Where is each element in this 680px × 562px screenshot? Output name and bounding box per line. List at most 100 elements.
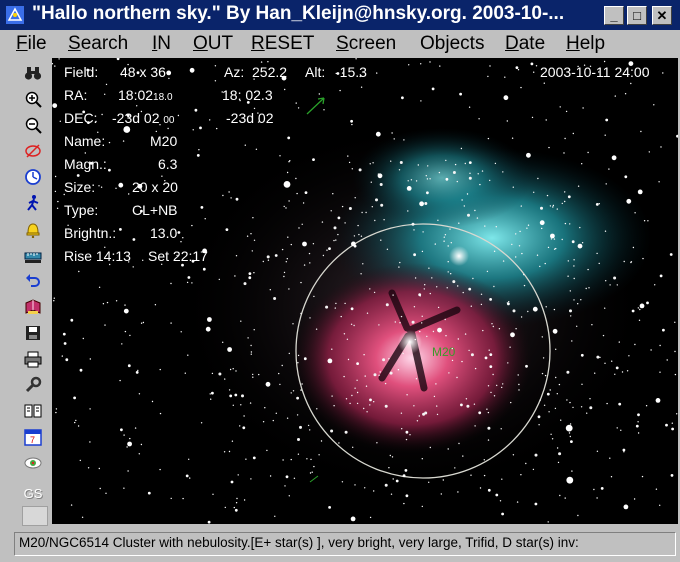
bell-icon[interactable] bbox=[22, 218, 44, 240]
star bbox=[250, 353, 252, 355]
star bbox=[489, 179, 491, 182]
star bbox=[442, 479, 444, 481]
sky-canvas[interactable]: M20 bbox=[52, 58, 678, 524]
print-icon[interactable] bbox=[22, 348, 44, 370]
star bbox=[243, 282, 247, 286]
star bbox=[123, 434, 125, 436]
star bbox=[100, 186, 103, 188]
blue-nebula-upper bbox=[352, 128, 532, 228]
walking-man-icon[interactable] bbox=[22, 192, 44, 214]
close-button[interactable]: ✕ bbox=[652, 6, 672, 25]
menu-objects[interactable]: Objects bbox=[420, 33, 484, 55]
star bbox=[279, 383, 281, 386]
star bbox=[555, 348, 557, 350]
star bbox=[616, 284, 618, 286]
star bbox=[349, 402, 351, 405]
zoom-in-icon[interactable] bbox=[22, 88, 44, 110]
menu-out[interactable]: OUT bbox=[193, 33, 233, 55]
star bbox=[577, 514, 579, 517]
star bbox=[484, 356, 488, 360]
star bbox=[523, 273, 525, 276]
star bbox=[182, 497, 184, 500]
star bbox=[286, 417, 289, 419]
star bbox=[399, 261, 401, 264]
star bbox=[380, 203, 384, 207]
star bbox=[366, 411, 368, 413]
star bbox=[296, 414, 299, 416]
star bbox=[207, 520, 211, 524]
star bbox=[248, 272, 252, 275]
star bbox=[356, 391, 359, 394]
menu-date[interactable]: Date bbox=[505, 33, 545, 55]
star bbox=[451, 347, 453, 350]
star bbox=[376, 72, 378, 74]
star bbox=[301, 383, 303, 385]
sky-chart[interactable]: M20 Field: 48 x 36 Az: 252.2 Alt: -15.3 … bbox=[52, 58, 678, 524]
star bbox=[510, 332, 515, 338]
star bbox=[563, 152, 565, 154]
no-ring-icon[interactable] bbox=[22, 140, 44, 162]
brightness-value: 13.0 bbox=[150, 225, 178, 241]
menu-in[interactable]: IN bbox=[152, 33, 171, 55]
app-icon[interactable] bbox=[6, 6, 24, 24]
star bbox=[449, 228, 451, 230]
star bbox=[502, 383, 504, 385]
star bbox=[478, 118, 480, 120]
star bbox=[297, 354, 300, 357]
maximize-button[interactable]: □ bbox=[627, 6, 647, 25]
eye-icon[interactable] bbox=[22, 452, 44, 474]
star bbox=[487, 385, 490, 387]
star bbox=[509, 346, 511, 348]
star bbox=[531, 116, 534, 119]
star bbox=[633, 498, 636, 500]
star bbox=[285, 207, 287, 209]
gs-button[interactable]: GS bbox=[22, 482, 44, 504]
clock-icon[interactable] bbox=[22, 166, 44, 188]
star bbox=[588, 287, 590, 289]
star bbox=[266, 255, 270, 259]
star bbox=[209, 393, 211, 395]
star bbox=[622, 448, 626, 452]
star bbox=[265, 381, 271, 387]
book-icon[interactable] bbox=[22, 296, 44, 318]
star bbox=[182, 237, 184, 239]
star bbox=[250, 478, 252, 480]
menu-file[interactable]: File bbox=[16, 33, 47, 55]
undo-icon[interactable] bbox=[22, 270, 44, 292]
star bbox=[498, 328, 501, 330]
menu-help[interactable]: Help bbox=[566, 33, 605, 55]
wrench-icon[interactable] bbox=[22, 374, 44, 396]
star bbox=[81, 516, 84, 518]
color-swatch[interactable] bbox=[22, 506, 48, 526]
star bbox=[431, 87, 435, 91]
star bbox=[137, 369, 139, 372]
star bbox=[312, 158, 315, 161]
star bbox=[234, 275, 236, 277]
minimize-button[interactable]: _ bbox=[604, 6, 624, 25]
star bbox=[119, 228, 122, 231]
menu-search[interactable]: Search bbox=[68, 33, 128, 55]
zoom-out-icon[interactable] bbox=[22, 114, 44, 136]
star bbox=[405, 438, 408, 441]
star bbox=[297, 362, 299, 364]
star bbox=[515, 256, 517, 258]
menu-screen[interactable]: Screen bbox=[336, 33, 396, 55]
star bbox=[108, 141, 111, 144]
star bbox=[53, 297, 55, 299]
star bbox=[135, 371, 139, 374]
star bbox=[641, 475, 644, 478]
binoculars-icon[interactable] bbox=[22, 62, 44, 84]
star bbox=[428, 481, 430, 483]
star bbox=[375, 131, 381, 137]
save-icon[interactable] bbox=[22, 322, 44, 344]
ruler-icon[interactable] bbox=[22, 244, 44, 266]
calendar-icon[interactable]: 7 bbox=[22, 426, 44, 448]
star bbox=[240, 404, 242, 406]
atlas-icon[interactable] bbox=[22, 400, 44, 422]
star bbox=[544, 374, 547, 377]
star bbox=[586, 412, 588, 414]
menu-reset[interactable]: RESET bbox=[251, 33, 314, 55]
star bbox=[538, 424, 540, 426]
star bbox=[665, 423, 668, 427]
star bbox=[344, 222, 346, 224]
